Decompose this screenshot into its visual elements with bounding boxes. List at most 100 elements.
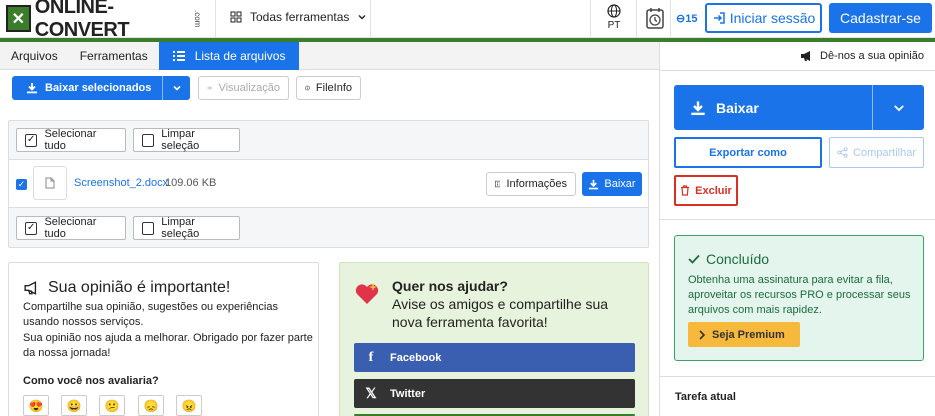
site-logo[interactable]: ✕ ONLINE-CONVERT .com <box>6 0 202 41</box>
heart-icon <box>354 281 380 307</box>
credits-counter[interactable]: ⊖15 <box>676 12 697 25</box>
rating-love-button[interactable]: 😍 <box>23 395 49 416</box>
done-title: Concluído <box>688 251 769 267</box>
rating-sad-button[interactable]: 😞 <box>138 395 164 416</box>
tab-label: Arquivos <box>11 49 58 63</box>
delete-label: Excluir <box>695 184 732 197</box>
file-download-label: Baixar <box>604 178 636 190</box>
grid-icon <box>230 11 242 23</box>
go-premium-button[interactable]: Seja Premium <box>688 322 800 347</box>
checked-box-icon: ✓ <box>25 133 38 147</box>
file-checkbox[interactable]: ✓ <box>16 179 27 190</box>
panel-divider <box>660 219 935 220</box>
language-code: PT <box>607 20 621 31</box>
tab-tools[interactable]: Ferramentas <box>69 42 159 70</box>
select-all-label: Selecionar tudo <box>44 216 97 240</box>
export-as-label: Exportar como <box>709 146 787 159</box>
select-all-button-bottom[interactable]: ✓ Selecionar tudo <box>16 216 126 240</box>
opinion-text-1: Compartilhe sua opinião, sugestões ou ex… <box>23 301 278 328</box>
file-info-label: Informações <box>506 178 567 190</box>
chevron-right-icon <box>699 329 706 340</box>
feedback-link[interactable]: Dê-nos a sua opinião <box>800 50 924 62</box>
empty-box-icon <box>142 221 155 235</box>
globe-icon <box>607 4 621 18</box>
select-all-label: Selecionar tudo <box>44 128 97 152</box>
clear-selection-label: Limpar seleção <box>161 216 200 240</box>
clear-selection-button[interactable]: Limpar seleção <box>133 128 240 152</box>
login-label: Iniciar sessão <box>729 10 816 26</box>
delete-button[interactable]: Excluir <box>674 175 738 206</box>
rating-angry-button[interactable]: 😠 <box>176 395 202 416</box>
rating-confused-button[interactable]: 😕 <box>99 395 125 416</box>
share-title: Quer nos ajudar? <box>392 278 508 294</box>
header-divider <box>636 0 637 38</box>
chevron-down-icon <box>893 104 904 111</box>
sad-face-icon: 😞 <box>143 398 159 413</box>
download-selected-label: Baixar selecionados <box>45 82 152 94</box>
header-divider <box>215 0 216 38</box>
select-all-button[interactable]: ✓ Selecionar tudo <box>16 128 126 152</box>
file-size: 109.06 KB <box>165 177 217 189</box>
download-options-toggle[interactable] <box>162 76 190 100</box>
share-label: Compartilhar <box>853 146 916 159</box>
megaphone-icon <box>801 51 810 61</box>
fileinfo-button[interactable]: FileInfo <box>296 76 361 100</box>
signup-button[interactable]: Cadastrar-se <box>829 3 932 33</box>
panel-divider <box>660 376 935 377</box>
x-logo-icon: 𝕏 <box>365 385 377 401</box>
main-download-action[interactable]: Baixar <box>674 85 872 130</box>
logo-text: ONLINE-CONVERT <box>34 0 130 41</box>
done-title-text: Concluído <box>706 251 770 267</box>
panel-divider <box>660 70 935 71</box>
history-clock-icon[interactable] <box>644 6 666 32</box>
trash-icon <box>681 185 690 196</box>
preview-button[interactable]: Visualização <box>198 76 289 100</box>
download-selected-button[interactable]: Baixar selecionados <box>12 76 190 100</box>
export-as-button[interactable]: Exportar como <box>674 137 822 168</box>
file-info-icon <box>495 180 501 188</box>
header-divider <box>590 0 591 38</box>
main-download-toggle[interactable] <box>872 85 924 130</box>
file-name-link[interactable]: Screenshot_2.docx <box>74 177 168 189</box>
tab-files[interactable]: Arquivos <box>0 42 69 70</box>
rating-question: Como você nos avaliaria? <box>23 375 159 387</box>
chevron-down-icon <box>172 85 181 91</box>
language-selector[interactable]: PT <box>600 4 628 31</box>
logo-mark-icon: ✕ <box>6 5 31 32</box>
file-info-button[interactable]: Informações <box>486 172 576 196</box>
fileinfo-label: FileInfo <box>315 82 352 94</box>
file-download-button[interactable]: Baixar <box>582 172 642 196</box>
header-divider <box>370 0 371 38</box>
rating-happy-button[interactable]: 😀 <box>61 395 87 416</box>
go-premium-label: Seja Premium <box>712 328 785 341</box>
share-button[interactable]: Compartilhar <box>829 137 924 168</box>
twitter-share-button[interactable]: 𝕏 Twitter <box>354 379 635 408</box>
coin-icon: ⊖ <box>676 13 686 25</box>
header-divider <box>670 0 671 38</box>
info-icon <box>305 85 310 91</box>
login-button[interactable]: Iniciar sessão <box>705 3 822 33</box>
opinion-title-text: Sua opinião é importante! <box>48 279 231 296</box>
tab-file-list[interactable]: Lista de arquivos <box>158 42 300 70</box>
signup-label: Cadastrar-se <box>840 10 921 26</box>
main-download-label: Baixar <box>716 99 759 116</box>
share-subtitle: Avise os amigos e compartilhe sua nova f… <box>392 296 609 330</box>
angry-face-icon: 😠 <box>181 398 197 413</box>
logo-domain: .com <box>193 9 202 28</box>
empty-box-icon <box>142 133 155 147</box>
download-icon <box>589 179 599 189</box>
credits-value: 15 <box>685 13 698 25</box>
main-download-button[interactable]: Baixar <box>674 85 924 130</box>
login-icon <box>713 12 725 24</box>
current-task-heading: Tarefa atual <box>675 391 736 403</box>
tab-label: Lista de arquivos <box>194 49 286 63</box>
clear-selection-label: Limpar seleção <box>161 128 200 152</box>
all-tools-menu[interactable]: Todas ferramentas <box>230 10 367 24</box>
share-icon <box>837 147 848 158</box>
tab-label: Ferramentas <box>79 49 148 63</box>
clear-selection-button-bottom[interactable]: Limpar seleção <box>133 216 240 240</box>
download-selected-main[interactable]: Baixar selecionados <box>12 76 162 100</box>
opinion-text-2: Sua opinião nos ajuda a melhorar. Obriga… <box>23 332 313 359</box>
facebook-share-button[interactable]: f Facebook <box>354 343 635 372</box>
download-icon <box>27 83 37 94</box>
